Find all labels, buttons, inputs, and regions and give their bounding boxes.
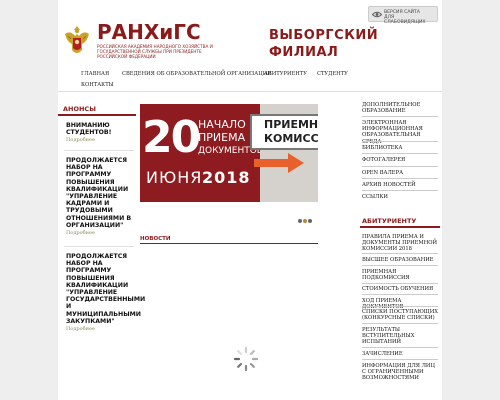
announcement-item: ВНИМАНИЮ СТУДЕНТОВ! Подробнее — [66, 122, 136, 143]
applicant-menu-item[interactable]: ЗАЧИСЛЕНИЕ — [362, 351, 440, 357]
announcement-item: ПРОДОЛЖАЕТСЯ НАБОР НА ПРОГРАММУ ПОВЫШЕНИ… — [66, 157, 136, 236]
admission-sign: ПРИЕМНАЯ КОМИССИЯ — [250, 114, 318, 150]
applicant-title: АБИТУРИЕНТУ — [362, 217, 417, 225]
divider — [362, 294, 438, 295]
divider — [362, 359, 438, 360]
nav-item-applicant[interactable]: Абитуриенту — [264, 71, 307, 77]
divider — [362, 153, 438, 154]
right-menu-item[interactable]: ДОПОЛНИТЕЛЬНОЕ ОБРАЗОВАНИЕ — [362, 102, 440, 114]
slider-dot[interactable] — [308, 219, 312, 223]
applicant-menu-item[interactable]: ВЫСШЕЕ ОБРАЗОВАНИЕ — [362, 257, 440, 263]
divider — [362, 178, 438, 179]
divider — [362, 166, 438, 167]
announcement-more-link[interactable]: Подробнее — [66, 326, 136, 332]
announcement-title[interactable]: ВНИМАНИЮ СТУДЕНТОВ! — [66, 122, 136, 136]
admission-sign-text: ПРИЕМНАЯ КОМИССИЯ — [264, 118, 318, 146]
page-container: РАНХиГС РОССИЙСКАЯ АКАДЕМИЯ НАРОДНОГО ХО… — [58, 0, 442, 400]
slider-dot-active[interactable] — [303, 219, 307, 223]
sign-line1: ПРИЕМНАЯ — [264, 118, 318, 131]
logo-title[interactable]: РАНХиГС — [97, 22, 201, 42]
divider — [64, 246, 134, 247]
nav-item-student[interactable]: Студенту — [317, 71, 348, 77]
applicant-header: АБИТУРИЕНТУ — [360, 216, 440, 228]
eye-icon — [372, 11, 382, 18]
right-menu-item[interactable]: АРХИВ НОВОСТЕЙ — [362, 182, 440, 188]
divider — [362, 347, 438, 348]
announcements-title: АНОНСЫ — [63, 105, 96, 113]
applicant-menu-item[interactable]: ИНФОРМАЦИЯ ДЛЯ ЛИЦ С ОГРАНИЧЕННЫМИ ВОЗМО… — [362, 363, 440, 382]
announcements-header: АНОНСЫ — [58, 104, 136, 116]
announcement-more-link[interactable]: Подробнее — [66, 230, 136, 236]
announcement-title[interactable]: ПРОДОЛЖАЕТСЯ НАБОР НА ПРОГРАММУ ПОВЫШЕНИ… — [66, 157, 136, 229]
sign-line2: КОМИССИЯ — [264, 132, 318, 145]
announcement-more-link[interactable]: Подробнее — [66, 137, 136, 143]
banner-line1: НАЧАЛО — [198, 118, 246, 131]
divider — [362, 253, 438, 254]
arrow-right-icon — [254, 153, 304, 173]
divider — [362, 283, 438, 284]
admission-banner[interactable]: 20 НАЧАЛО ПРИЕМА ДОКУМЕНТОВ ИЮНЯ 2018 ПР… — [140, 104, 318, 202]
banner-line2: ПРИЕМА — [198, 131, 246, 144]
nav-item-organization-info[interactable]: Сведения об образовательной организации — [122, 71, 272, 77]
nav-item-contacts[interactable]: Контакты — [81, 82, 114, 88]
branch-name: ВЫБОРГСКИЙ ФИЛИАЛ — [269, 27, 378, 61]
banner-month: ИЮНЯ — [146, 168, 203, 187]
slider-dots — [298, 208, 313, 227]
applicant-menu-item[interactable]: ПРИЕМНАЯ ПОДКОМИССИЯ — [362, 269, 440, 281]
nav-item-home[interactable]: Главная — [81, 71, 109, 77]
banner-start-text: НАЧАЛО ПРИЕМА — [198, 118, 246, 144]
divider — [362, 190, 438, 191]
announcement-title[interactable]: ПРОДОЛЖАЕТСЯ НАБОР НА ПРОГРАММУ ПОВЫШЕНИ… — [66, 253, 145, 325]
branch-name-line2: ФИЛИАЛ — [269, 45, 339, 60]
right-menu-item[interactable]: ФОТОГАЛЕРЕЯ — [362, 157, 440, 163]
right-menu-item[interactable]: БИБЛИОТЕКА — [362, 145, 440, 151]
announcement-item: ПРОДОЛЖАЕТСЯ НАБОР НА ПРОГРАММУ ПОВЫШЕНИ… — [66, 253, 145, 332]
loading-spinner-icon — [233, 346, 259, 372]
right-menu-item[interactable]: ССЫЛКИ — [362, 194, 440, 200]
divider — [362, 323, 438, 324]
low-vision-line2: ДЛЯ СЛАБОВИДЯЩИХ — [384, 15, 426, 25]
divider — [362, 141, 438, 142]
branch-name-line1: ВЫБОРГСКИЙ — [269, 28, 379, 43]
divider — [362, 306, 438, 307]
low-vision-version-button[interactable]: ВЕРСИЯ САЙТА ДЛЯ СЛАБОВИДЯЩИХ — [368, 6, 438, 25]
divider — [64, 150, 134, 151]
applicant-menu-item[interactable]: СПИСКИ ПОСТУПАЮЩИХ (КОНКУРСНЫЕ СПИСКИ) — [362, 309, 440, 321]
slider-dot[interactable] — [298, 219, 302, 223]
news-title[interactable]: НОВОСТИ — [140, 236, 171, 242]
divider — [362, 265, 438, 266]
right-menu-item[interactable]: OPEN ВАЛЕРА — [362, 170, 440, 176]
banner-red-panel: 20 НАЧАЛО ПРИЕМА ДОКУМЕНТОВ ИЮНЯ 2018 — [140, 104, 263, 202]
banner-photo-panel: ПРИЕМНАЯ КОМИССИЯ — [250, 104, 318, 202]
divider — [362, 116, 438, 117]
applicant-menu-item[interactable]: ПРАВИЛА ПРИЕМА И ДОКУМЕНТЫ ПРИЕМНОЙ КОМИ… — [362, 234, 440, 253]
applicant-menu-item[interactable]: РЕЗУЛЬТАТЫ ВСТУПИТЕЛЬНЫХ ИСПЫТАНИЙ — [362, 327, 440, 346]
main-nav: Главная Сведения об образовательной орга… — [58, 70, 442, 92]
logo-subtitle: РОССИЙСКАЯ АКАДЕМИЯ НАРОДНОГО ХОЗЯЙСТВА … — [97, 44, 213, 59]
applicant-menu-item[interactable]: СТОИМОСТЬ ОБУЧЕНИЯ — [362, 286, 440, 292]
banner-day: 20 — [142, 112, 201, 163]
coat-of-arms-icon[interactable] — [62, 24, 92, 58]
news-underline — [140, 243, 318, 244]
banner-year: 2018 — [202, 168, 251, 187]
